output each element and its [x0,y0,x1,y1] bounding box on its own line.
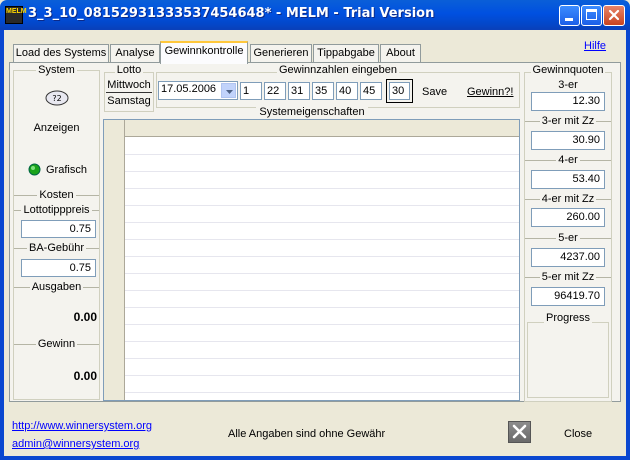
costs-group-label: Kosten [37,189,76,201]
close-window-button[interactable] [603,5,625,26]
ba-fee-field[interactable]: 0.75 [21,259,96,277]
quota-label-3zz: 3-er mit Zz [539,115,597,127]
grid-row-header [104,120,125,400]
show-system-button[interactable]: ?2 [44,89,70,107]
close-app-icon-button[interactable] [508,421,531,443]
window-frame-bottom [0,456,630,460]
quota-value-4[interactable]: 53.40 [531,170,605,189]
properties-grid[interactable] [103,119,520,401]
draw-number-2[interactable]: 22 [264,82,286,100]
tab-generieren[interactable]: Generieren [250,44,312,63]
quota-label-5zz: 5-er mit Zz [539,271,597,283]
expenses-value: 0.00 [73,310,97,324]
graphic-icon[interactable] [28,163,41,176]
draw-number-3[interactable]: 31 [288,82,310,100]
grid-row-line [125,154,519,155]
draw-group-label: Gewinnzahlen eingeben [276,64,400,76]
wednesday-option[interactable]: Mittwoch [106,79,152,93]
grid-row-line [125,392,519,393]
tab-load-system[interactable]: Load des Systems [13,44,109,63]
quota-value-3[interactable]: 12.30 [531,92,605,111]
grid-row-line [125,188,519,189]
minimize-button[interactable] [559,5,580,26]
tab-gewinnkontrolle[interactable]: Gewinnkontrolle [160,41,248,64]
draw-number-1[interactable]: 1 [240,82,262,100]
tab-tippabgabe[interactable]: Tippabgabe [313,44,379,63]
date-select[interactable]: 17.05.2006 [158,81,238,100]
progress-group [527,322,609,398]
quota-value-5[interactable]: 4237.00 [531,248,605,267]
tab-about[interactable]: About [380,44,421,63]
lotto-price-field[interactable]: 0.75 [21,220,96,238]
save-button[interactable]: Save [422,86,447,98]
ba-fee-label: BA-Gebühr [26,242,87,254]
close-button[interactable]: Close [564,428,592,440]
window-frame-left [0,30,4,460]
close-icon [512,424,527,439]
window-title: 3_3_10_08152931333537454648* - MELM - Tr… [28,6,435,21]
quota-value-5zz[interactable]: 96419.70 [531,287,605,306]
win-value: 0.00 [73,369,97,383]
email-link[interactable]: admin@winnersystem.org [12,438,139,450]
grid-row-line [125,273,519,274]
quota-value-4zz[interactable]: 260.00 [531,208,605,227]
draw-number-6[interactable]: 45 [360,82,382,100]
chevron-down-icon[interactable] [221,83,236,98]
progress-label: Progress [543,312,593,324]
lotto-price-label: Lottotipppreis [21,204,92,216]
quotas-group-label: Gewinnquoten [530,64,606,76]
grid-row-line [125,341,519,342]
website-link[interactable]: http://www.winnersystem.org [12,420,152,432]
close-icon [608,9,620,21]
draw-number-5[interactable]: 40 [336,82,358,100]
super-number[interactable]: 30 [389,82,410,100]
grid-row-line [125,324,519,325]
grid-row-line [125,171,519,172]
win-label: Gewinn [35,338,78,350]
window-frame-right [626,30,630,460]
quota-value-3zz[interactable]: 30.90 [531,131,605,150]
graphic-label[interactable]: Grafisch [46,164,87,176]
quota-label-3: 3-er [558,79,578,91]
lotto-group-label: Lotto [114,64,144,76]
show-label[interactable]: Anzeigen [13,122,100,134]
tab-analyse[interactable]: Analyse [110,44,160,63]
system-group-label: System [36,64,77,76]
app-icon: MELM [5,6,27,24]
grid-row-line [125,358,519,359]
quota-label-4zz: 4-er mit Zz [539,193,597,205]
grid-row-line [125,307,519,308]
properties-label: Systemeigenschaften [256,106,368,118]
quota-label-4: 4-er [556,154,580,166]
win-check-button[interactable]: Gewinn?! [467,86,513,98]
disclaimer-text: Alle Angaben sind ohne Gewähr [228,428,386,440]
draw-number-4[interactable]: 35 [312,82,334,100]
date-value: 17.05.2006 [161,83,217,95]
grid-row-line [125,222,519,223]
grid-row-line [125,290,519,291]
phone-icon: ?2 [45,90,69,106]
grid-row-line [125,239,519,240]
maximize-button[interactable] [581,5,602,26]
expenses-label: Ausgaben [29,281,84,293]
grid-row-line [125,205,519,206]
grid-row-line [125,256,519,257]
help-link[interactable]: Hilfe [584,40,606,52]
svg-text:?2: ?2 [52,94,61,103]
quota-label-5: 5-er [556,232,580,244]
grid-header [104,120,519,137]
grid-row-line [125,375,519,376]
